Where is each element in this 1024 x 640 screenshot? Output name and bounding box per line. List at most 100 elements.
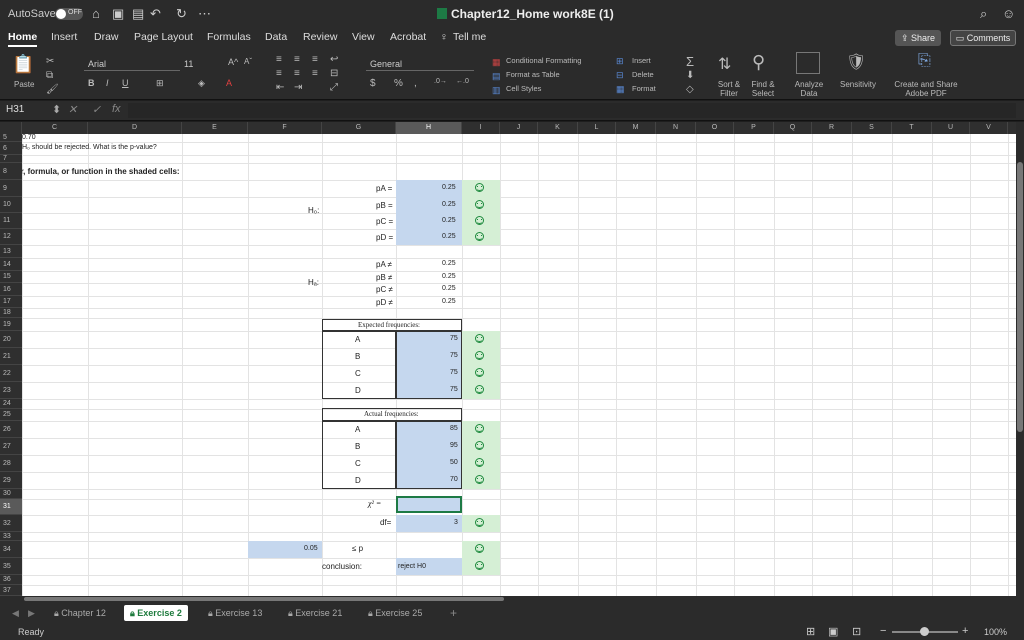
insert-cells-label[interactable]: Insert: [632, 56, 651, 65]
actual-value[interactable]: 70: [450, 476, 458, 483]
column-header[interactable]: E: [182, 122, 248, 134]
worksheet-grid[interactable]: 0.70 H₀ should be rejected. What is the …: [22, 134, 1016, 596]
sheet-tab-active[interactable]: 🔒︎ Exercise 2: [124, 605, 188, 621]
select-all-corner[interactable]: [0, 122, 22, 134]
formula-input[interactable]: [128, 103, 1016, 118]
expected-value[interactable]: 75: [450, 335, 458, 342]
h0-value[interactable]: 0.25: [442, 201, 456, 208]
autosave-toggle[interactable]: OFF: [55, 8, 83, 20]
tell-me-label[interactable]: Tell me: [453, 31, 486, 43]
zoom-slider-knob[interactable]: [920, 627, 929, 636]
clear-icon[interactable]: ◇: [686, 84, 694, 95]
row-header[interactable]: 18: [0, 308, 22, 318]
column-header[interactable]: U: [932, 122, 970, 134]
format-painter-icon[interactable]: 🖌: [46, 84, 59, 95]
decrease-indent-icon[interactable]: ⇤: [276, 82, 284, 93]
comma-icon[interactable]: ,: [414, 78, 417, 89]
currency-icon[interactable]: $: [370, 78, 376, 89]
actual-value[interactable]: 95: [450, 442, 458, 449]
tab-formulas[interactable]: Formulas: [207, 31, 251, 43]
row-header[interactable]: 36: [0, 575, 22, 585]
tab-acrobat[interactable]: Acrobat: [390, 31, 426, 43]
cancel-icon[interactable]: ✕: [68, 103, 77, 116]
row-header[interactable]: 24: [0, 399, 22, 409]
row-header[interactable]: 7: [0, 155, 22, 163]
search-icon[interactable]: ⌕: [980, 6, 987, 22]
cell-styles-label[interactable]: Cell Styles: [506, 84, 541, 93]
underline-icon[interactable]: U: [122, 78, 129, 88]
next-sheet-icon[interactable]: ▶: [22, 605, 41, 621]
tab-page-layout[interactable]: Page Layout: [134, 31, 193, 43]
vertical-scroll-thumb[interactable]: [1017, 162, 1023, 432]
decrease-font-icon[interactable]: Aˇ: [244, 57, 252, 66]
column-header[interactable]: K: [538, 122, 578, 134]
adobe-pdf-icon[interactable]: ⎘: [918, 52, 931, 70]
font-size-select[interactable]: 11: [184, 57, 212, 71]
row-header[interactable]: 32: [0, 515, 22, 532]
paste-icon[interactable]: 📋: [12, 54, 34, 75]
actual-value[interactable]: 85: [450, 425, 458, 432]
redo-icon[interactable]: ↻: [176, 6, 187, 22]
normal-view-icon[interactable]: ⊞: [806, 625, 815, 638]
column-header[interactable]: N: [656, 122, 696, 134]
column-header[interactable]: G: [322, 122, 396, 134]
sheet-tab[interactable]: 🔒︎ Exercise 21: [282, 605, 348, 621]
row-header[interactable]: 34: [0, 541, 22, 558]
align-left-icon[interactable]: ≡: [276, 68, 282, 79]
h0-value[interactable]: 0.25: [442, 184, 456, 191]
df-value[interactable]: 3: [454, 519, 458, 526]
column-header[interactable]: C: [22, 122, 88, 134]
font-name-select[interactable]: Arial: [84, 57, 180, 71]
align-bottom-icon[interactable]: ≡: [312, 54, 318, 65]
column-header[interactable]: I: [462, 122, 500, 134]
save-icon[interactable]: ▣: [112, 6, 124, 22]
sheet-tab[interactable]: 🔒︎ Exercise 13: [202, 605, 268, 621]
sensitivity-icon[interactable]: 🛡: [846, 52, 866, 72]
column-header[interactable]: D: [88, 122, 182, 134]
expected-value[interactable]: 75: [450, 369, 458, 376]
delete-cells-icon[interactable]: ⊟: [616, 70, 624, 81]
increase-indent-icon[interactable]: ⇥: [294, 82, 302, 93]
share-button[interactable]: ⇪ Share: [895, 30, 941, 46]
actual-value[interactable]: 50: [450, 459, 458, 466]
sort-filter-label[interactable]: Sort & Filter: [714, 80, 744, 98]
sheet-tab[interactable]: 🔒︎ Chapter 12: [48, 605, 112, 621]
wrap-text-icon[interactable]: ↩: [330, 54, 338, 65]
column-header[interactable]: O: [696, 122, 734, 134]
enter-icon[interactable]: ✓: [92, 103, 101, 116]
increase-font-icon[interactable]: A^: [228, 57, 238, 67]
chi-square-input-selected[interactable]: [396, 496, 462, 513]
increase-decimal-icon[interactable]: .0→: [434, 78, 447, 85]
cell-styles-icon[interactable]: ▥: [492, 85, 501, 96]
horizontal-scroll-thumb[interactable]: [24, 597, 504, 601]
add-sheet-icon[interactable]: +: [444, 605, 463, 621]
number-format-select[interactable]: General: [366, 57, 474, 71]
align-top-icon[interactable]: ≡: [276, 54, 282, 65]
sort-filter-icon[interactable]: ⇅: [718, 54, 731, 74]
fill-icon[interactable]: ⬇: [686, 70, 694, 81]
analyze-data-label[interactable]: Analyze Data: [792, 80, 826, 98]
copy-icon[interactable]: ⧉: [46, 70, 53, 81]
align-middle-icon[interactable]: ≡: [294, 54, 300, 65]
paste-label[interactable]: Paste: [14, 80, 34, 89]
row-header[interactable]: 27: [0, 438, 22, 455]
column-header[interactable]: P: [734, 122, 774, 134]
row-header[interactable]: 17: [0, 296, 22, 308]
tab-home[interactable]: Home: [8, 31, 38, 47]
find-select-label[interactable]: Find & Select: [748, 80, 778, 98]
home-icon[interactable]: ⌂: [92, 6, 100, 21]
tab-draw[interactable]: Draw: [94, 31, 119, 43]
merge-center-icon[interactable]: ⊟: [330, 68, 338, 79]
create-share-pdf-label[interactable]: Create and Share Adobe PDF: [894, 80, 958, 98]
comments-button[interactable]: ▭ Comments: [950, 30, 1016, 46]
row-header[interactable]: 13: [0, 245, 22, 258]
row-header[interactable]: 10: [0, 197, 22, 213]
format-cells-icon[interactable]: ▦: [616, 84, 625, 95]
row-header[interactable]: 37: [0, 585, 22, 596]
zoom-out-icon[interactable]: −: [880, 625, 886, 637]
row-header[interactable]: 15: [0, 271, 22, 283]
alpha-value[interactable]: 0.05: [304, 545, 318, 552]
row-header[interactable]: 25: [0, 409, 22, 421]
find-select-icon[interactable]: ⚲: [752, 52, 765, 73]
row-header[interactable]: 9: [0, 180, 22, 197]
